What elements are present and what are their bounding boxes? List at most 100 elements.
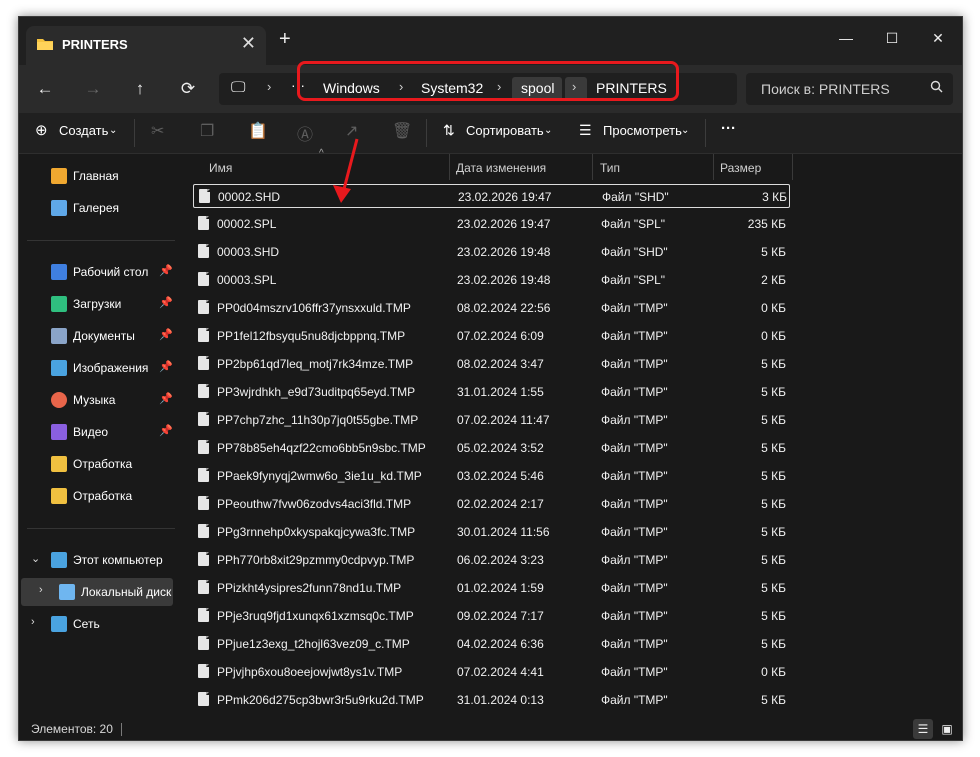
table-row[interactable]: 00002.SHD 23.02.2026 19:47 Файл "SHD" 3 КБ	[193, 184, 790, 208]
file-type: Файл "TMP"	[601, 385, 668, 399]
sidebar-item-gallery[interactable]: Галерея	[19, 194, 177, 222]
sidebar-item-label: Видео	[73, 425, 109, 439]
sidebar-item-documents[interactable]: Документы 📌	[19, 322, 177, 350]
table-row[interactable]: PP1fel12fbsyqu5nu8djcbppnq.TMP 07.02.2024…	[193, 324, 790, 348]
table-row[interactable]: PPg3rnnehp0xkyspakqjcywa3fc.TMP 30.01.202…	[193, 520, 790, 544]
table-row[interactable]: PP3wjrdhkh_e9d73uditpq65eyd.TMP 31.01.202…	[193, 380, 790, 404]
back-button[interactable]: ←	[29, 73, 61, 105]
file-date: 06.02.2024 3:23	[457, 553, 544, 567]
file-date: 02.02.2024 2:17	[457, 497, 544, 511]
column-divider	[713, 154, 714, 180]
table-row[interactable]: PPjue1z3exg_t2hojl63vez09_c.TMP 04.02.202…	[193, 632, 790, 656]
sort-button[interactable]: Сортировать	[466, 123, 544, 138]
file-type: Файл "SPL"	[601, 217, 666, 231]
sidebar-item-label: Рабочий стол	[73, 265, 149, 279]
column-divider	[592, 154, 593, 180]
sort-icon: ⇅	[443, 122, 455, 138]
sidebar-item-label: Отработка	[73, 489, 133, 503]
sidebar-item-local-disk[interactable]: › Локальный диск	[21, 578, 173, 606]
paste-icon[interactable]: 📋	[248, 121, 268, 141]
details-view-icon[interactable]: ☰	[913, 719, 933, 739]
close-window-button[interactable]: ✕	[915, 23, 961, 53]
command-bar: ⊕ Создать ⌄ ✂ ❐ 📋 Ⓐ ↗ 🗑 ⇅ Сортировать ⌄ …	[19, 113, 962, 154]
file-size: 5 КБ	[761, 413, 786, 427]
file-name: 00003.SHD	[217, 245, 280, 259]
forward-button[interactable]: →	[77, 73, 109, 105]
sidebar-item-label: Музыка	[73, 393, 116, 407]
table-row[interactable]: PP0d04mszrv106ffr37ynsxxuld.TMP 08.02.202…	[193, 296, 790, 320]
file-size: 3 КБ	[762, 190, 787, 204]
view-button[interactable]: Просмотреть	[603, 123, 682, 138]
sidebar-item-label: Документы	[73, 329, 135, 343]
chevron-down-icon[interactable]: ⌄	[31, 552, 40, 565]
column-header-name[interactable]: Имя	[209, 161, 232, 175]
sidebar-item-this-pc[interactable]: ⌄ Этот компьютер	[19, 546, 177, 574]
table-row[interactable]: PPh770rb8xit29pzmmy0cdpvyp.TMP 06.02.2024…	[193, 548, 790, 572]
table-row[interactable]: PP7chp7zhc_11h30p7jq0t55gbe.TMP 07.02.202…	[193, 408, 790, 432]
file-size: 0 КБ	[761, 665, 786, 679]
table-row[interactable]: PPizkht4ysipres2funn78nd1u.TMP 01.02.2024…	[193, 576, 790, 600]
sidebar-item-otrabotka-2[interactable]: Отработка	[19, 482, 177, 510]
table-row[interactable]: 00003.SPL 23.02.2026 19:48 Файл "SPL" 2 КБ	[193, 268, 790, 292]
table-row[interactable]: PPmk206d275cp3bwr3r5u9rku2d.TMP 31.01.202…	[193, 688, 790, 712]
table-row[interactable]: PP2bp61qd7leq_motj7rk34mze.TMP 08.02.2024…	[193, 352, 790, 376]
new-tab-button[interactable]: +	[279, 28, 291, 51]
column-header-date[interactable]: Дата изменения	[456, 161, 546, 175]
sidebar-item-network[interactable]: › Сеть	[19, 610, 177, 638]
table-row[interactable]: PPeouthw7fvw06zodvs4aci3fld.TMP 02.02.202…	[193, 492, 790, 516]
maximize-button[interactable]: ☐	[869, 23, 915, 53]
minimize-button[interactable]: —	[823, 23, 869, 53]
copy-icon[interactable]: ❐	[200, 121, 214, 141]
chevron-right-icon[interactable]: ›	[31, 616, 35, 628]
sidebar-item-desktop[interactable]: Рабочий стол 📌	[19, 258, 177, 286]
chevron-right-icon[interactable]: ›	[39, 584, 43, 596]
sidebar-item-otrabotka-1[interactable]: Отработка	[19, 450, 177, 478]
close-tab-button[interactable]: ✕	[241, 33, 256, 54]
table-row[interactable]: PPje3ruq9fjd1xunqx61xzmsq0c.TMP 09.02.202…	[193, 604, 790, 628]
file-type: Файл "SHD"	[602, 190, 669, 204]
search-input[interactable]: Поиск в: PRINTERS	[761, 81, 890, 97]
toolbar-divider	[705, 119, 706, 147]
table-row[interactable]: PPjvjhp6xou8oeejowjwt8ys1v.TMP 07.02.2024…	[193, 660, 790, 684]
file-type: Файл "TMP"	[601, 637, 668, 651]
search-box[interactable]: Поиск в: PRINTERS	[746, 73, 953, 105]
table-row[interactable]: PP78b85eh4qzf22cmo6bb5n9sbc.TMP 05.02.202…	[193, 436, 790, 460]
table-row[interactable]: 00003.SHD 23.02.2026 19:48 Файл "SHD" 5 КБ	[193, 240, 790, 264]
monitor-icon[interactable]: 🖵	[231, 79, 245, 96]
file-type: Файл "TMP"	[601, 693, 668, 707]
sidebar-item-video[interactable]: Видео 📌	[19, 418, 177, 446]
table-row[interactable]: PPaek9fynyqj2wmw6o_3ie1u_kd.TMP 03.02.202…	[193, 464, 790, 488]
file-corner-icon	[206, 272, 209, 275]
cut-icon[interactable]: ✂	[151, 121, 164, 141]
toolbar-divider	[426, 119, 427, 147]
refresh-button[interactable]: ⟳	[172, 73, 204, 105]
sidebar-item-label: Этот компьютер	[73, 553, 163, 567]
file-corner-icon	[206, 412, 209, 415]
file-corner-icon	[206, 328, 209, 331]
file-date: 03.02.2024 5:46	[457, 469, 544, 483]
create-button[interactable]: Создать	[59, 123, 108, 138]
tiles-view-icon[interactable]: ▣	[937, 719, 957, 739]
delete-icon[interactable]: 🗑	[392, 121, 412, 141]
column-header-size[interactable]: Размер	[720, 161, 761, 175]
file-date: 05.02.2024 3:52	[457, 441, 544, 455]
column-header-type[interactable]: Тип	[600, 161, 620, 175]
up-button[interactable]: ↑	[124, 73, 156, 105]
sidebar-item-downloads[interactable]: Загрузки 📌	[19, 290, 177, 318]
tab-printers[interactable]: PRINTERS ✕	[26, 26, 266, 65]
file-list: ^ Имя Дата изменения Тип Размер 00002.SH…	[177, 148, 962, 717]
file-type: Файл "TMP"	[601, 581, 668, 595]
file-type: Файл "TMP"	[601, 609, 668, 623]
more-options-button[interactable]: ···	[721, 120, 736, 137]
file-date: 08.02.2024 3:47	[457, 357, 544, 371]
table-row[interactable]: 00002.SPL 23.02.2026 19:47 Файл "SPL" 235 К…	[193, 212, 790, 236]
file-corner-icon	[206, 216, 209, 219]
sidebar-item-home[interactable]: Главная	[19, 162, 177, 190]
rename-icon[interactable]: Ⓐ	[297, 121, 313, 145]
sidebar-item-music[interactable]: Музыка 📌	[19, 386, 177, 414]
computer-icon	[51, 552, 67, 568]
file-date: 01.02.2024 1:59	[457, 581, 544, 595]
sidebar-item-pictures[interactable]: Изображения 📌	[19, 354, 177, 382]
search-icon	[930, 80, 943, 96]
file-corner-icon	[206, 440, 209, 443]
